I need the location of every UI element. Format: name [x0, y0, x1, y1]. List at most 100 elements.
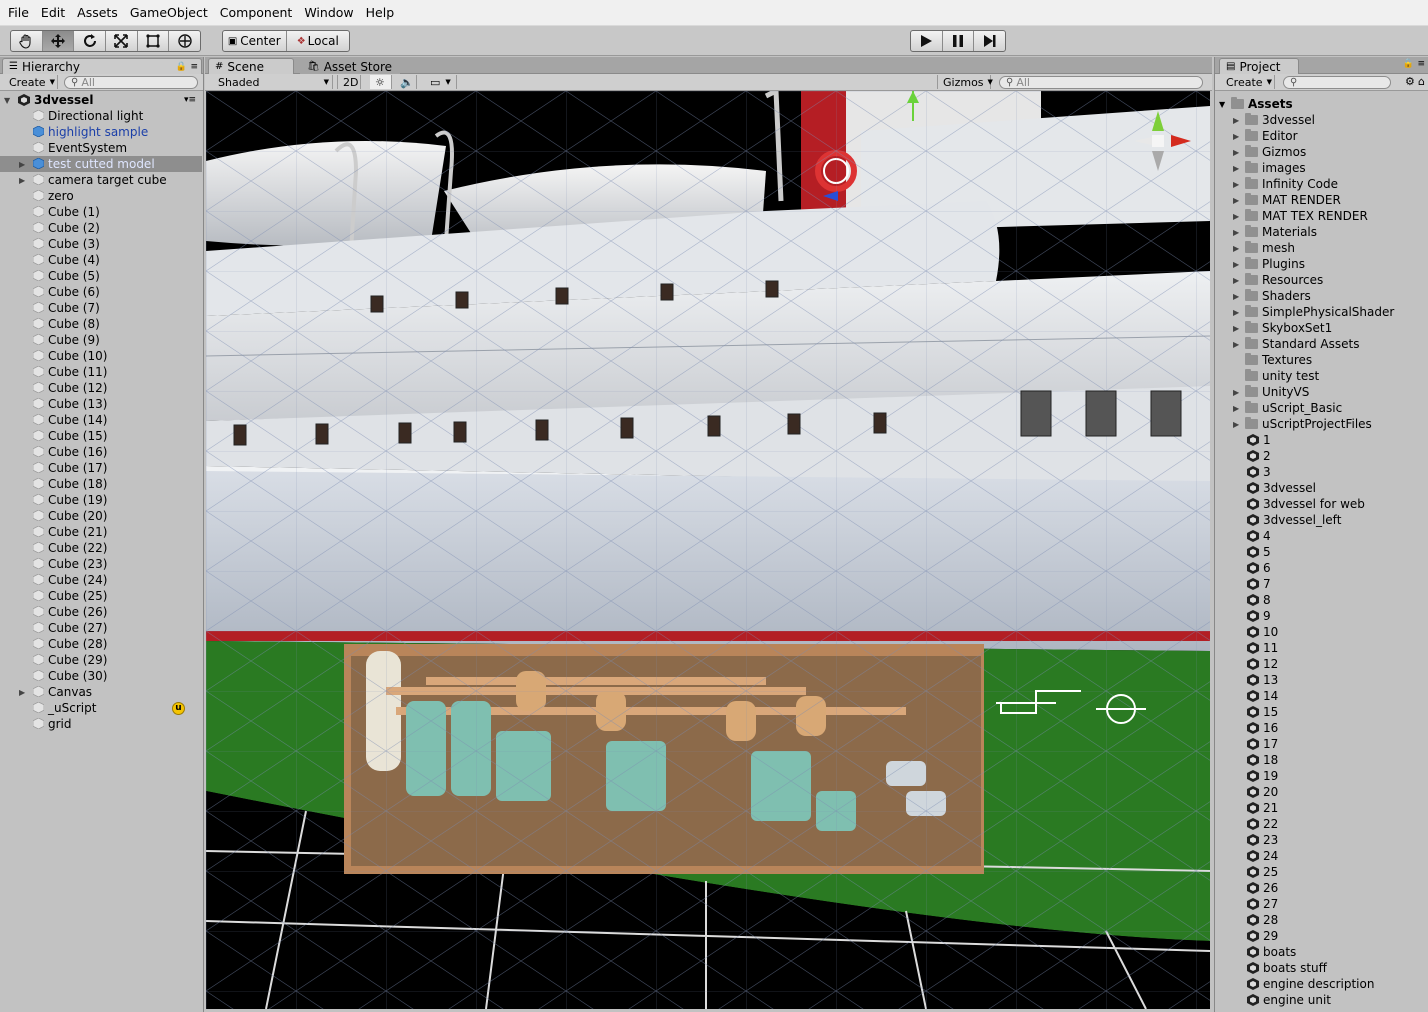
project-folder[interactable]: ▶ MAT TEX RENDER	[1233, 208, 1368, 224]
hierarchy-item[interactable]: Cube (2)	[0, 220, 202, 236]
pause-button[interactable]	[943, 31, 975, 51]
menu-window[interactable]: Window	[298, 0, 359, 26]
project-folder[interactable]: ▶ Infinity Code	[1233, 176, 1338, 192]
project-scene-asset[interactable]: engine description	[1247, 976, 1374, 992]
project-scene-asset[interactable]: 28	[1247, 912, 1278, 928]
project-scene-asset[interactable]: 16	[1247, 720, 1278, 736]
expand-arrow-icon[interactable]: ▶	[1233, 212, 1245, 221]
menu-assets[interactable]: Assets	[71, 0, 124, 26]
project-folder[interactable]: ▶ uScriptProjectFiles	[1233, 416, 1372, 432]
project-scene-asset[interactable]: 19	[1247, 768, 1278, 784]
project-folder[interactable]: ▶ mesh	[1233, 240, 1295, 256]
scene-menu-icon[interactable]: ▾≡	[184, 95, 196, 105]
project-scene-asset[interactable]: 11	[1247, 640, 1278, 656]
hierarchy-item[interactable]: Cube (8)	[0, 316, 202, 332]
project-scene-asset[interactable]: 4	[1247, 528, 1271, 544]
hierarchy-item[interactable]: Cube (9)	[0, 332, 202, 348]
hierarchy-item[interactable]: Directional light	[0, 108, 202, 124]
project-scene-asset[interactable]: 27	[1247, 896, 1278, 912]
project-folder[interactable]: ▶ Resources	[1233, 272, 1323, 288]
project-folder[interactable]: ▶ SkyboxSet1	[1233, 320, 1332, 336]
menu-file[interactable]: File	[2, 0, 35, 26]
project-scene-asset[interactable]: 1	[1247, 432, 1271, 448]
expand-arrow-icon[interactable]: ▶	[1233, 228, 1245, 237]
pivot-center-button[interactable]: ▣ Center	[223, 31, 287, 51]
project-scene-asset[interactable]: 17	[1247, 736, 1278, 752]
hierarchy-item[interactable]: Cube (18)	[0, 476, 202, 492]
project-scene-asset[interactable]: 23	[1247, 832, 1278, 848]
project-folder[interactable]: ▶ UnityVS	[1233, 384, 1309, 400]
filter-type-icon[interactable]: ⚙	[1405, 75, 1415, 88]
menu-gameobject[interactable]: GameObject	[124, 0, 214, 26]
project-scene-asset[interactable]: 5	[1247, 544, 1271, 560]
hierarchy-item[interactable]: Cube (23)	[0, 556, 202, 572]
hierarchy-item[interactable]: Cube (7)	[0, 300, 202, 316]
expand-arrow-icon[interactable]: ▶	[1233, 260, 1245, 269]
project-folder[interactable]: ▶ Shaders	[1233, 288, 1311, 304]
hierarchy-item[interactable]: zero	[0, 188, 202, 204]
project-scene-asset[interactable]: 29	[1247, 928, 1278, 944]
project-folder[interactable]: Textures	[1233, 352, 1312, 368]
assets-root-row[interactable]: ▼ Assets	[1219, 96, 1293, 112]
hierarchy-item[interactable]: Cube (27)	[0, 620, 202, 636]
hierarchy-item[interactable]: Cube (1)	[0, 204, 202, 220]
hierarchy-item[interactable]: Cube (22)	[0, 540, 202, 556]
hierarchy-item[interactable]: Cube (19)	[0, 492, 202, 508]
rect-tool-button[interactable]	[138, 31, 170, 51]
project-scene-asset[interactable]: boats stuff	[1247, 960, 1327, 976]
gizmos-dropdown[interactable]: Gizmos ▼	[937, 75, 993, 89]
hierarchy-item[interactable]: Cube (10)	[0, 348, 202, 364]
tab-asset-store[interactable]: 🛍 Asset Store	[300, 58, 400, 74]
project-scene-asset[interactable]: 7	[1247, 576, 1271, 592]
expand-arrow-icon[interactable]: ▶	[1233, 164, 1245, 173]
hierarchy-create-button[interactable]: Create ▼	[4, 75, 58, 89]
project-scene-asset[interactable]: engine unit	[1247, 992, 1331, 1008]
expand-arrow-icon[interactable]: ▶	[19, 688, 25, 697]
expand-arrow-icon[interactable]: ▶	[1233, 276, 1245, 285]
expand-arrow-icon[interactable]: ▶	[1233, 420, 1245, 429]
project-scene-asset[interactable]: 13	[1247, 672, 1278, 688]
expand-arrow-icon[interactable]: ▶	[19, 176, 25, 185]
project-scene-asset[interactable]: 15	[1247, 704, 1278, 720]
move-tool-button[interactable]	[42, 31, 75, 51]
expand-arrow-icon[interactable]: ▶	[1233, 388, 1245, 397]
hierarchy-item[interactable]: Cube (15)	[0, 428, 202, 444]
expand-arrow-icon[interactable]: ▶	[1233, 116, 1245, 125]
project-folder[interactable]: ▶ 3dvessel	[1233, 112, 1315, 128]
lighting-toggle[interactable]: ☼	[370, 75, 392, 89]
hierarchy-item[interactable]: Cube (28)	[0, 636, 202, 652]
pivot-local-button[interactable]: ❖ Local	[287, 31, 350, 51]
panel-menu-icon[interactable]: ≡	[190, 62, 198, 72]
play-button[interactable]	[911, 31, 943, 51]
project-create-button[interactable]: Create ▼	[1221, 75, 1275, 89]
project-search-input[interactable]	[1283, 76, 1391, 89]
expand-arrow-icon[interactable]: ▶	[1233, 308, 1245, 317]
hierarchy-item[interactable]: ▶ test cutted model	[0, 156, 202, 172]
hierarchy-item[interactable]: Cube (29)	[0, 652, 202, 668]
lock-icon[interactable]: 🔒	[176, 62, 187, 72]
expand-arrow-icon[interactable]: ▼	[4, 96, 10, 105]
scene-search-input[interactable]: All	[999, 76, 1203, 89]
project-scene-asset[interactable]: 10	[1247, 624, 1278, 640]
expand-arrow-icon[interactable]: ▶	[1233, 404, 1245, 413]
project-scene-asset[interactable]: 9	[1247, 608, 1271, 624]
hierarchy-item[interactable]: Cube (3)	[0, 236, 202, 252]
2d-toggle[interactable]: 2D	[337, 75, 361, 89]
scene-viewport[interactable]	[206, 91, 1210, 1009]
hierarchy-item[interactable]: Cube (30)	[0, 668, 202, 684]
project-folder[interactable]: ▶ uScript_Basic	[1233, 400, 1342, 416]
project-scene-asset[interactable]: 3dvessel	[1247, 480, 1316, 496]
tab-scene[interactable]: # Scene	[208, 58, 294, 74]
expand-arrow-icon[interactable]: ▼	[1219, 100, 1231, 109]
project-scene-asset[interactable]: 3dvessel for web	[1247, 496, 1365, 512]
expand-arrow-icon[interactable]: ▶	[1233, 292, 1245, 301]
hand-tool-button[interactable]	[11, 31, 43, 51]
project-folder[interactable]: ▶ Plugins	[1233, 256, 1305, 272]
hierarchy-item[interactable]: EventSystem	[0, 140, 202, 156]
hierarchy-item[interactable]: _uScript u	[0, 700, 202, 716]
expand-arrow-icon[interactable]: ▶	[1233, 340, 1245, 349]
step-button[interactable]	[974, 31, 1005, 51]
audio-toggle[interactable]: 🔈	[395, 75, 417, 89]
project-scene-asset[interactable]: 14	[1247, 688, 1278, 704]
hierarchy-item[interactable]: Cube (5)	[0, 268, 202, 284]
